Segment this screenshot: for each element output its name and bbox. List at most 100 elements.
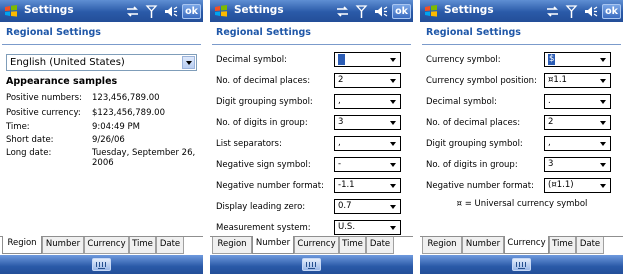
digit-grouping-dropdown[interactable]: , bbox=[334, 94, 401, 109]
tab-number[interactable]: Number bbox=[462, 237, 504, 254]
windows-flag-icon[interactable] bbox=[423, 3, 439, 19]
keyboard-icon[interactable] bbox=[302, 258, 321, 271]
connectivity-icon[interactable] bbox=[125, 4, 140, 19]
decimal-places-dropdown[interactable]: 2 bbox=[334, 73, 401, 88]
combo-value: , bbox=[338, 138, 341, 148]
decimal-places-dropdown[interactable]: 2 bbox=[544, 115, 611, 130]
chevron-down-icon[interactable] bbox=[386, 116, 400, 129]
digits-in-group-dropdown[interactable]: 3 bbox=[544, 157, 611, 172]
title-text: Settings bbox=[24, 4, 74, 16]
currency-symbol-dropdown[interactable]: $ bbox=[544, 52, 611, 67]
tab-region[interactable]: Region bbox=[2, 236, 42, 254]
tab-date[interactable]: Date bbox=[576, 237, 604, 254]
combo-value: 3 bbox=[338, 117, 344, 127]
ok-button[interactable]: ok bbox=[602, 3, 621, 19]
chevron-down-icon[interactable] bbox=[596, 74, 610, 87]
setting-label: Digit grouping symbol: bbox=[216, 97, 313, 107]
signal-icon[interactable] bbox=[564, 4, 579, 19]
tab-number[interactable]: Number bbox=[252, 236, 294, 254]
volume-icon[interactable] bbox=[583, 4, 598, 19]
chevron-down-icon[interactable] bbox=[386, 95, 400, 108]
chevron-down-icon[interactable] bbox=[596, 116, 610, 129]
title-text: Settings bbox=[444, 4, 494, 16]
chevron-down-icon[interactable] bbox=[386, 221, 400, 234]
combo-value: U.S. bbox=[338, 222, 356, 232]
header-divider bbox=[2, 44, 201, 45]
connectivity-icon[interactable] bbox=[335, 4, 350, 19]
chevron-down-icon[interactable] bbox=[386, 200, 400, 213]
setting-label: Currency symbol: bbox=[426, 55, 501, 65]
combo-value: 2 bbox=[338, 75, 344, 85]
tab-strip: Region Number Currency Time Date bbox=[210, 236, 413, 254]
connectivity-icon[interactable] bbox=[545, 4, 560, 19]
tab-currency[interactable]: Currency bbox=[294, 237, 339, 254]
chevron-down-icon[interactable] bbox=[386, 179, 400, 192]
setting-label: Measurement system: bbox=[216, 223, 311, 233]
windows-flag-icon[interactable] bbox=[3, 3, 19, 19]
list-separator-dropdown[interactable]: , bbox=[334, 136, 401, 151]
chevron-down-icon[interactable] bbox=[386, 74, 400, 87]
tab-currency[interactable]: Currency bbox=[504, 236, 549, 254]
ok-button[interactable]: ok bbox=[182, 3, 201, 19]
setting-label: List separators: bbox=[216, 139, 282, 149]
volume-icon[interactable] bbox=[373, 4, 388, 19]
keyboard-icon[interactable] bbox=[512, 258, 531, 271]
combo-value: . bbox=[548, 96, 551, 106]
menu-bar bbox=[420, 255, 623, 274]
combo-value: 2 bbox=[548, 117, 554, 127]
windows-flag-icon[interactable] bbox=[213, 3, 229, 19]
combo-value: 3 bbox=[548, 159, 554, 169]
chevron-down-icon[interactable] bbox=[596, 95, 610, 108]
digits-in-group-dropdown[interactable]: 3 bbox=[334, 115, 401, 130]
keyboard-icon[interactable] bbox=[92, 258, 111, 271]
tab-date[interactable]: Date bbox=[156, 237, 184, 254]
chevron-down-icon[interactable] bbox=[596, 137, 610, 150]
combo-value: (¤1.1) bbox=[548, 180, 574, 190]
negative-sign-dropdown[interactable]: - bbox=[334, 157, 401, 172]
selected-value bbox=[338, 54, 345, 65]
tab-time[interactable]: Time bbox=[129, 237, 156, 254]
screen-number: Settings ok Regional Settings Decimal sy… bbox=[210, 0, 413, 274]
tab-number[interactable]: Number bbox=[42, 237, 84, 254]
title-bar: Settings ok bbox=[210, 0, 413, 22]
title-bar: Settings ok bbox=[420, 0, 623, 22]
chevron-down-icon[interactable] bbox=[386, 158, 400, 171]
tab-time[interactable]: Time bbox=[549, 237, 576, 254]
chevron-down-icon[interactable] bbox=[182, 56, 195, 69]
ok-button[interactable]: ok bbox=[392, 3, 411, 19]
combo-value: -1.1 bbox=[338, 180, 355, 190]
negative-currency-format-dropdown[interactable]: (¤1.1) bbox=[544, 178, 611, 193]
tab-region[interactable]: Region bbox=[422, 237, 462, 254]
sample-value: 9:04:49 PM bbox=[92, 122, 140, 132]
measurement-system-dropdown[interactable]: U.S. bbox=[334, 220, 401, 235]
header-divider bbox=[212, 44, 411, 45]
negative-number-format-dropdown[interactable]: -1.1 bbox=[334, 178, 401, 193]
setting-label: No. of decimal places: bbox=[216, 76, 311, 86]
tab-region[interactable]: Region bbox=[212, 237, 252, 254]
setting-label: No. of digits in group: bbox=[216, 118, 308, 128]
currency-position-dropdown[interactable]: ¤1.1 bbox=[544, 73, 611, 88]
locale-dropdown[interactable]: English (United States) bbox=[6, 54, 197, 71]
decimal-symbol-dropdown[interactable] bbox=[334, 52, 401, 67]
title-text: Settings bbox=[234, 4, 284, 16]
chevron-down-icon[interactable] bbox=[596, 53, 610, 66]
decimal-symbol-dropdown[interactable]: . bbox=[544, 94, 611, 109]
combo-value: ¤1.1 bbox=[548, 75, 567, 85]
chevron-down-icon[interactable] bbox=[386, 53, 400, 66]
signal-icon[interactable] bbox=[144, 4, 159, 19]
setting-label: No. of digits in group: bbox=[426, 160, 518, 170]
digit-grouping-dropdown[interactable]: , bbox=[544, 136, 611, 151]
tab-currency[interactable]: Currency bbox=[84, 237, 129, 254]
signal-icon[interactable] bbox=[354, 4, 369, 19]
sample-label: Long date: bbox=[6, 148, 52, 158]
setting-label: Display leading zero: bbox=[216, 202, 306, 212]
leading-zero-dropdown[interactable]: 0.7 bbox=[334, 199, 401, 214]
chevron-down-icon[interactable] bbox=[596, 158, 610, 171]
sample-label: Time: bbox=[6, 122, 30, 132]
tab-date[interactable]: Date bbox=[366, 237, 394, 254]
combo-value: , bbox=[338, 96, 341, 106]
volume-icon[interactable] bbox=[163, 4, 178, 19]
chevron-down-icon[interactable] bbox=[386, 137, 400, 150]
chevron-down-icon[interactable] bbox=[596, 179, 610, 192]
tab-time[interactable]: Time bbox=[339, 237, 366, 254]
